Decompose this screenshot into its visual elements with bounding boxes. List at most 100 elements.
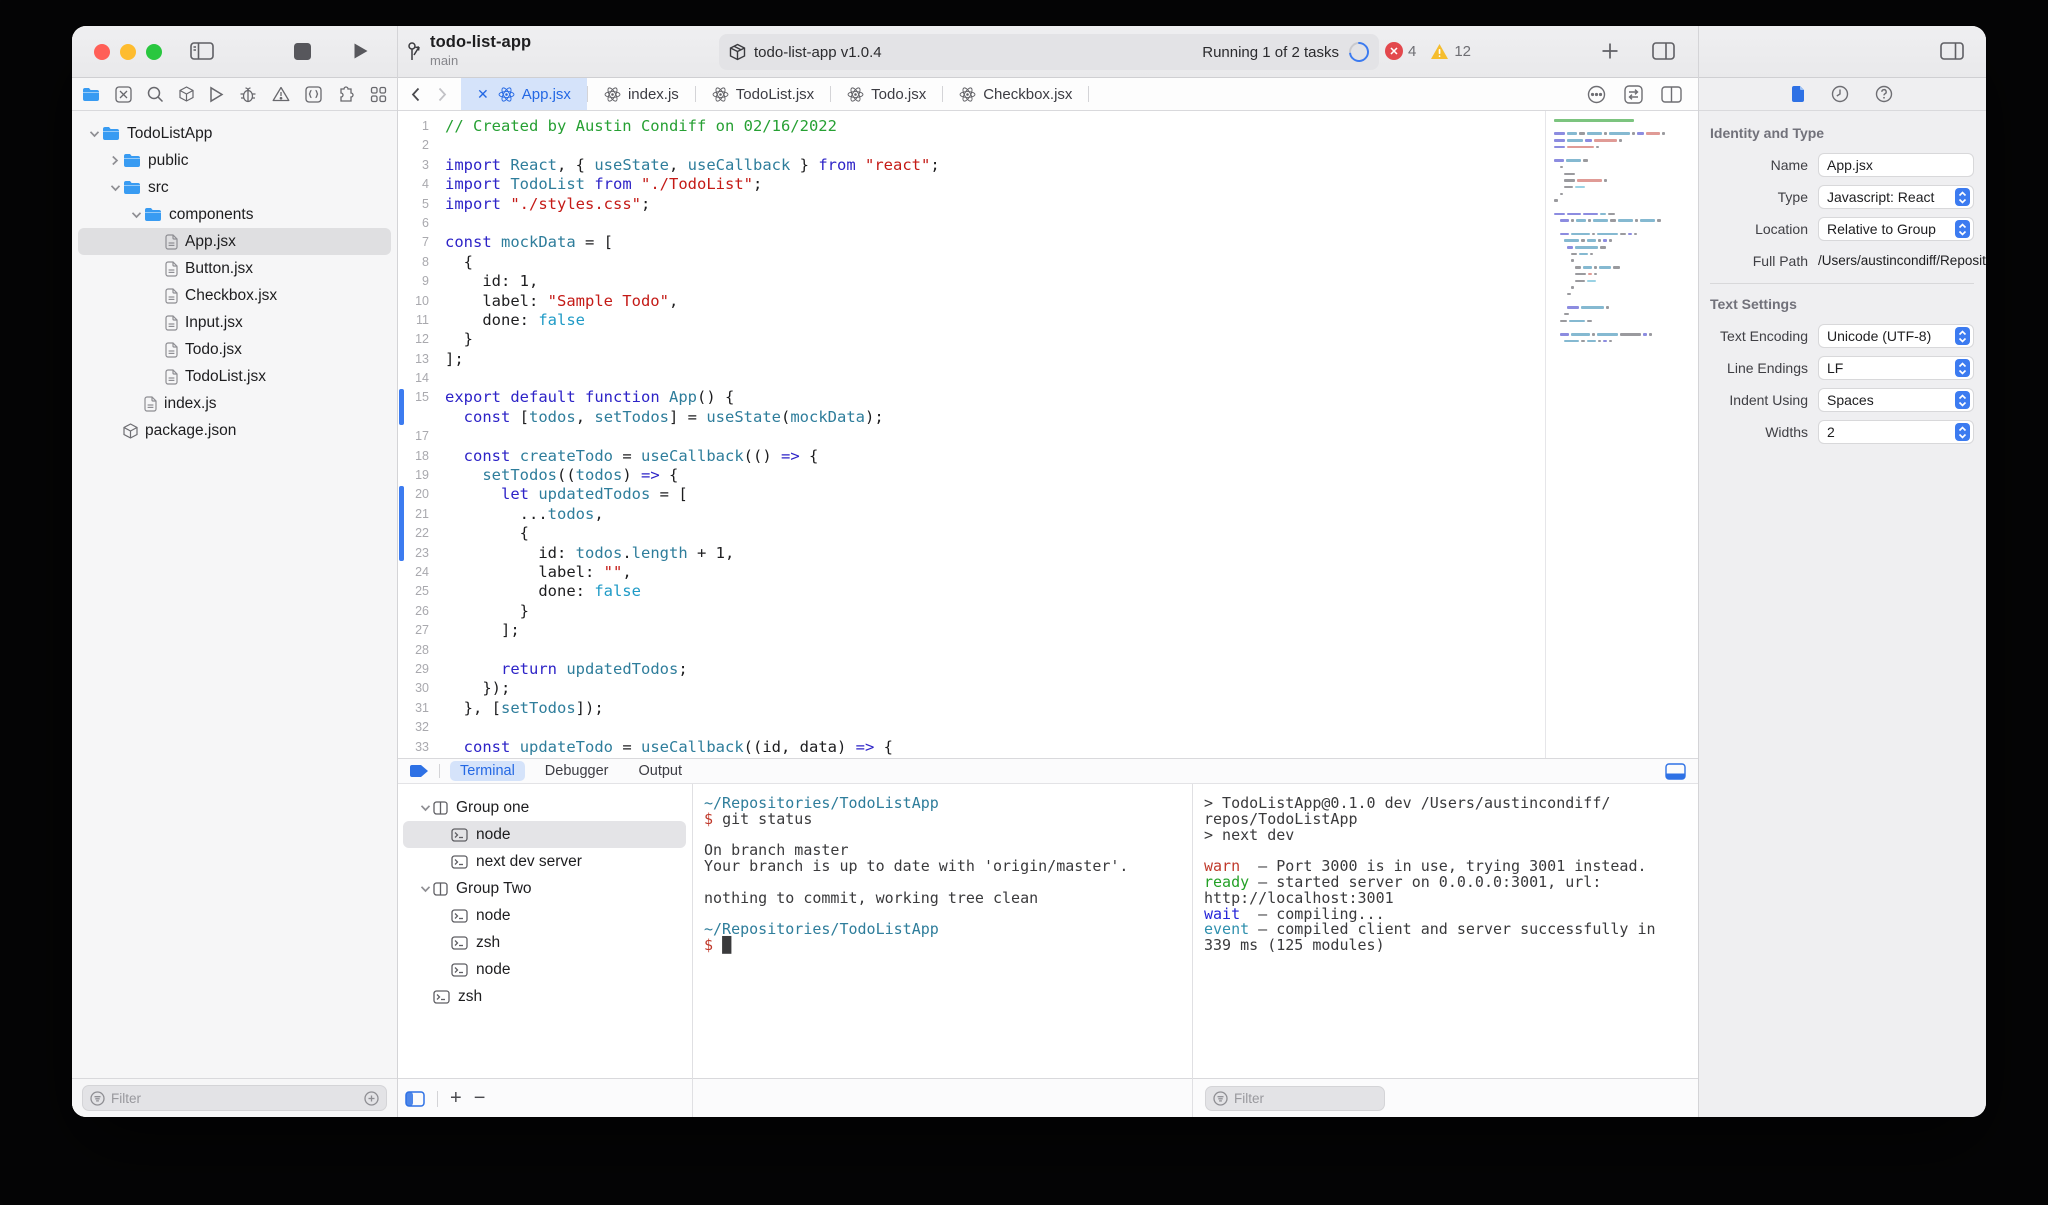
- code-line[interactable]: 27 ];: [397, 621, 1545, 640]
- swap-icon[interactable]: [1624, 84, 1643, 104]
- pane-divider[interactable]: [692, 784, 693, 1117]
- file-tree-item-todo-jsx[interactable]: Todo.jsx: [78, 336, 391, 363]
- stepper-icon[interactable]: [1955, 220, 1970, 238]
- code-line[interactable]: 10 label: "Sample Todo",: [397, 292, 1545, 311]
- minimap[interactable]: [1545, 111, 1698, 758]
- chevron-down-icon[interactable]: [417, 885, 433, 893]
- minimize-window-button[interactable]: [120, 44, 136, 60]
- tab-todolist-jsx[interactable]: TodoList.jsx: [696, 78, 830, 110]
- file-tree-item-public[interactable]: public: [78, 147, 391, 174]
- sidebar-right-toggle-icon[interactable]: [1940, 41, 1964, 66]
- file-tree-item-package-json[interactable]: package.json: [78, 417, 391, 444]
- code-line[interactable]: 13];: [397, 350, 1545, 369]
- braces-navigator-icon[interactable]: [305, 85, 322, 103]
- code-line[interactable]: 15 export default function App() {: [397, 388, 1545, 407]
- code-line[interactable]: 2: [397, 136, 1545, 155]
- sidebar-left-toggle-icon[interactable]: [190, 41, 214, 66]
- file-tree-item-todolist-jsx[interactable]: TodoList.jsx: [78, 363, 391, 390]
- folder-navigator-icon[interactable]: [82, 87, 100, 102]
- code-line[interactable]: 7 const mockData = [: [397, 233, 1545, 252]
- close-tab-icon[interactable]: ✕: [477, 86, 489, 103]
- plus-circle-icon[interactable]: [364, 1090, 379, 1106]
- help-inspector-icon[interactable]: [1875, 85, 1893, 103]
- terminal-session-zsh[interactable]: zsh: [403, 929, 686, 956]
- code-line[interactable]: 24 label: "",: [397, 563, 1545, 582]
- package-navigator-icon[interactable]: [179, 86, 194, 102]
- terminal-session-group-two[interactable]: Group Two: [403, 875, 686, 902]
- line-endings-select[interactable]: LF: [1818, 356, 1974, 380]
- panel-tab-debugger[interactable]: Debugger: [535, 761, 619, 781]
- error-badge[interactable]: ✕ 4: [1385, 42, 1416, 60]
- tab-index-js[interactable]: index.js: [588, 78, 695, 110]
- panel-tab-output[interactable]: Output: [628, 761, 692, 781]
- code-line[interactable]: 9 id: 1,: [397, 272, 1545, 291]
- code-line[interactable]: 18 const createTodo = useCallback(() => …: [397, 447, 1545, 466]
- code-editor[interactable]: 1 // Created by Austin Condiff on 02/16/2…: [397, 111, 1698, 758]
- chevron-down-icon[interactable]: [128, 211, 144, 219]
- terminal-filter-field[interactable]: [1205, 1086, 1411, 1111]
- source-control-change-bar[interactable]: [399, 485, 404, 562]
- back-chevron-icon[interactable]: [411, 87, 420, 102]
- source-control-change-bar[interactable]: [399, 388, 404, 426]
- run-button[interactable]: [353, 42, 369, 65]
- navigator-divider[interactable]: [397, 78, 398, 1117]
- bug-navigator-icon[interactable]: [239, 86, 257, 103]
- history-inspector-icon[interactable]: [1831, 85, 1849, 103]
- run-navigator-icon[interactable]: [209, 85, 224, 103]
- terminal-session-node[interactable]: node: [403, 902, 686, 929]
- extensions-navigator-icon[interactable]: [337, 85, 355, 103]
- navigator-filter-field[interactable]: [82, 1085, 387, 1111]
- panel-tab-terminal[interactable]: Terminal: [450, 761, 525, 781]
- activity-viewer[interactable]: todo-list-app v1.0.4 Running 1 of 2 task…: [719, 34, 1379, 70]
- terminal-filter-input[interactable]: [1234, 1091, 1411, 1106]
- file-tree-item-todolistapp[interactable]: TodoListApp: [78, 120, 391, 147]
- code-line[interactable]: 6: [397, 214, 1545, 233]
- code-line[interactable]: 8 {: [397, 253, 1545, 272]
- chevron-right-icon[interactable]: [107, 155, 123, 166]
- code-line[interactable]: 31 }, [setTodos]);: [397, 699, 1545, 718]
- stepper-icon[interactable]: [1955, 391, 1970, 409]
- chevron-down-icon[interactable]: [417, 804, 433, 812]
- code-line[interactable]: 32: [397, 718, 1545, 737]
- code-line[interactable]: 5 import "./styles.css";: [397, 195, 1545, 214]
- terminal-dev-server[interactable]: > TodoListApp@0.1.0 dev /Users/austincon…: [1192, 784, 1698, 1078]
- stepper-icon[interactable]: [1955, 359, 1970, 377]
- code-line[interactable]: 11 done: false: [397, 311, 1545, 330]
- text-encoding-select[interactable]: Unicode (UTF-8): [1818, 324, 1974, 348]
- code-line[interactable]: 23 id: todos. length + 1,: [397, 544, 1545, 563]
- file-tree-item-input-jsx[interactable]: Input.jsx: [78, 309, 391, 336]
- code-line[interactable]: 3 import React, { useState, useCallback }…: [397, 156, 1545, 175]
- add-terminal-button[interactable]: +: [450, 1087, 462, 1110]
- file-tree-item-checkbox-jsx[interactable]: Checkbox.jsx: [78, 282, 391, 309]
- file-tree-item-src[interactable]: src: [78, 174, 391, 201]
- code-line[interactable]: 12 }: [397, 330, 1545, 349]
- code-line[interactable]: 1 // Created by Austin Condiff on 02/16/2…: [397, 117, 1545, 136]
- terminal-session-zsh[interactable]: zsh: [403, 983, 686, 1010]
- file-tree-item-app-jsx[interactable]: App.jsx: [78, 228, 391, 255]
- code-line[interactable]: 30 });: [397, 679, 1545, 698]
- search-navigator-icon[interactable]: [147, 86, 164, 103]
- warning-badge[interactable]: 12: [1430, 43, 1471, 60]
- drawer-sidebar-toggle-icon[interactable]: [405, 1090, 425, 1107]
- plus-icon[interactable]: [1600, 41, 1620, 66]
- split-column-icon[interactable]: [1661, 85, 1682, 103]
- code-line[interactable]: 22 {: [397, 524, 1545, 543]
- type-select[interactable]: Javascript: React: [1818, 185, 1974, 209]
- file-inspector-icon[interactable]: [1791, 85, 1805, 103]
- file-tree-item-index-js[interactable]: index.js: [78, 390, 391, 417]
- code-line[interactable]: 29 return updatedTodos;: [397, 660, 1545, 679]
- widths-select[interactable]: 2: [1818, 420, 1974, 444]
- file-tree-item-components[interactable]: components: [78, 201, 391, 228]
- stop-button[interactable]: [294, 43, 311, 65]
- forward-chevron-icon[interactable]: [438, 87, 447, 102]
- terminal-git[interactable]: ~/Repositories/TodoListApp $ git status O…: [692, 784, 1192, 1078]
- code-line[interactable]: 4 import TodoList from "./TodoList";: [397, 175, 1545, 194]
- terminal-session-node[interactable]: node: [403, 821, 686, 848]
- tab-app-jsx[interactable]: ✕ App.jsx: [461, 78, 587, 110]
- issues-navigator-icon[interactable]: [272, 86, 290, 102]
- terminal-session-group-one[interactable]: Group one: [403, 794, 686, 821]
- tab-todo-jsx[interactable]: Todo.jsx: [831, 78, 942, 110]
- code-line[interactable]: 28: [397, 641, 1545, 660]
- code-line[interactable]: 33 const updateTodo = useCallback ((id, d…: [397, 738, 1545, 757]
- code-line[interactable]: 26 }: [397, 602, 1545, 621]
